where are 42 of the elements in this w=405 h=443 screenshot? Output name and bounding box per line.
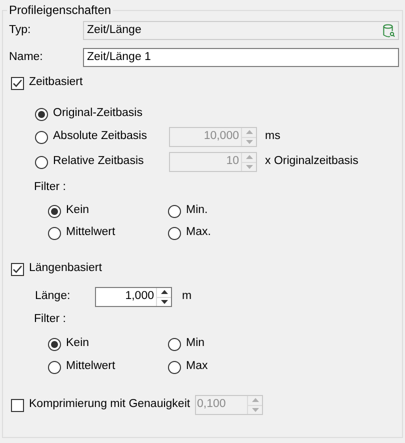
up-arrow-icon[interactable] <box>160 290 168 294</box>
radio-label[interactable]: Min <box>186 335 205 353</box>
radio-label[interactable]: Original-Zeitbasis <box>53 105 142 123</box>
field-label: Typ: <box>9 22 32 38</box>
radio-label[interactable]: Relative Zeitbasis <box>53 153 144 171</box>
name-field[interactable]: Zeit/Länge 1 <box>83 48 399 67</box>
radio-button[interactable] <box>48 204 61 218</box>
checkbox[interactable] <box>11 76 24 90</box>
radio-button[interactable] <box>35 156 48 168</box>
filter-label: Filter : <box>34 312 66 328</box>
radio-button[interactable] <box>48 338 61 350</box>
down-arrow-icon[interactable] <box>160 300 168 304</box>
radio-label[interactable]: Kein <box>66 335 90 353</box>
radio-button[interactable] <box>168 360 181 374</box>
unit-label: m <box>182 289 192 304</box>
radio-button[interactable] <box>168 338 181 350</box>
radio-button[interactable] <box>168 204 181 218</box>
filter-label: Filter : <box>34 180 66 196</box>
checkbox-label[interactable]: Komprimierung mit Genauigkeit <box>29 396 190 414</box>
spin-up-button[interactable] <box>157 288 171 298</box>
length-label: Länge: <box>35 289 72 304</box>
checkbox[interactable] <box>11 398 24 412</box>
radio-label[interactable]: Mittelwert <box>66 224 116 242</box>
unit-label: ms <box>265 129 280 144</box>
radio-label[interactable]: Kein <box>66 202 90 220</box>
radio-button[interactable] <box>35 108 48 120</box>
unit-label: x Originalzeitbasis <box>265 154 358 170</box>
radio-button[interactable] <box>168 226 181 240</box>
radio-button[interactable] <box>48 360 61 374</box>
radio-label[interactable]: Max <box>186 358 208 376</box>
radio-label[interactable]: Absolute Zeitbasis <box>53 128 147 146</box>
field-label: Name: <box>9 50 44 65</box>
radio-label[interactable]: Min. <box>186 202 208 220</box>
group-title: Profileigenschaften <box>8 2 112 19</box>
radio-label[interactable]: Max. <box>186 224 211 242</box>
number-field[interactable]: 1,000 <box>95 287 172 307</box>
checkbox[interactable] <box>11 262 24 276</box>
checkbox-label[interactable]: Zeitbasiert <box>29 74 83 92</box>
checkbox-label[interactable]: Längenbasiert <box>29 260 102 278</box>
radio-button[interactable] <box>48 226 61 240</box>
radio-button[interactable] <box>35 130 48 144</box>
radio-label[interactable]: Mittelwert <box>66 358 116 376</box>
